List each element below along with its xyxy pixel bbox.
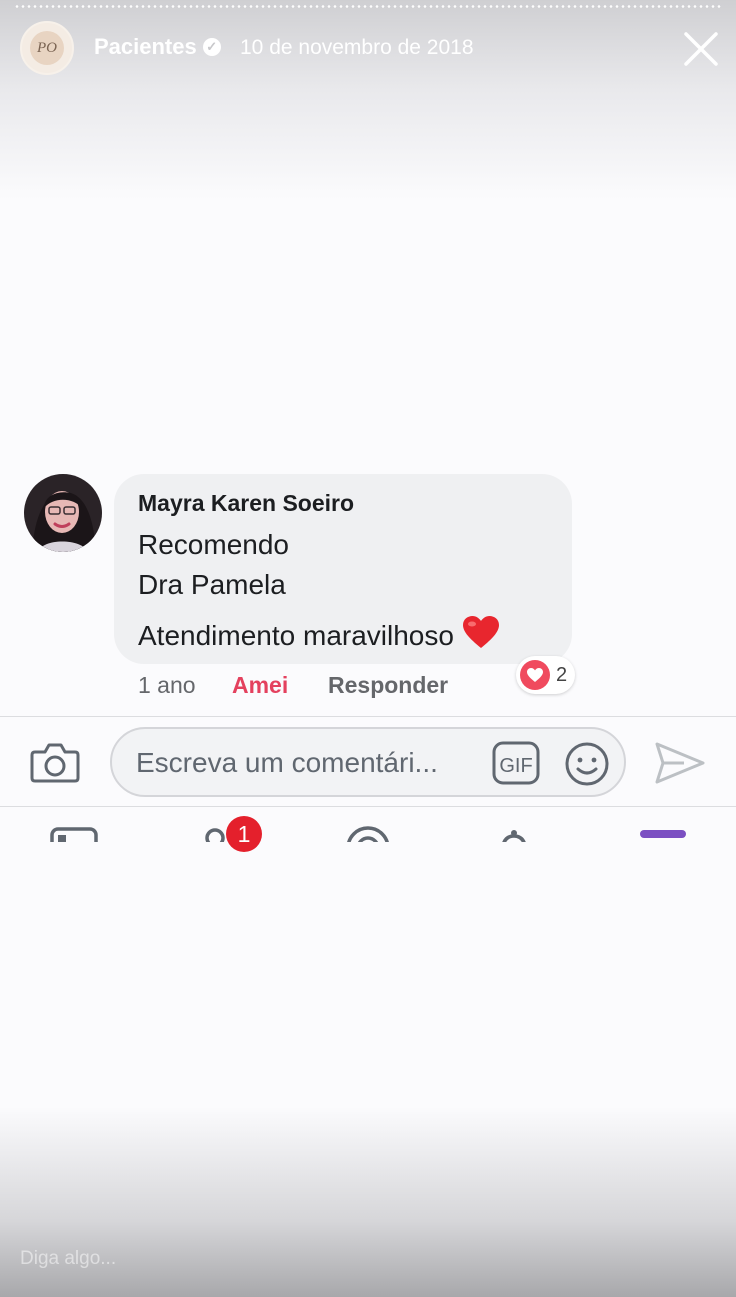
comment-input[interactable] bbox=[134, 741, 488, 785]
divider bbox=[0, 806, 736, 807]
comment-author[interactable]: Mayra Karen Soeiro bbox=[138, 490, 548, 517]
story-username[interactable]: Pacientes bbox=[94, 34, 197, 60]
emoji-icon[interactable] bbox=[564, 741, 610, 787]
commenter-avatar[interactable] bbox=[24, 474, 102, 552]
reaction-count: 2 bbox=[556, 663, 568, 686]
divider bbox=[0, 716, 736, 717]
notification-badge: 1 bbox=[226, 816, 262, 852]
story-reply-placeholder[interactable]: Diga algo... bbox=[20, 1248, 116, 1270]
gif-button[interactable]: GIF bbox=[492, 741, 540, 785]
like-button[interactable]: Amei bbox=[232, 672, 288, 699]
check-badge-icon: ✓ bbox=[202, 38, 221, 56]
camera-icon[interactable] bbox=[30, 740, 80, 784]
comment-time: 1 ano bbox=[138, 672, 196, 698]
comment-line: Recomendo bbox=[138, 529, 289, 560]
bell-icon[interactable] bbox=[496, 826, 532, 842]
comment-input-container[interactable]: GIF bbox=[110, 727, 626, 797]
comment-bubble[interactable]: Mayra Karen Soeiro Recomendo Dra Pamela … bbox=[114, 474, 572, 664]
watch-icon[interactable] bbox=[344, 826, 392, 842]
menu-tab-active-indicator bbox=[640, 830, 686, 838]
heart-emoji-icon bbox=[462, 616, 499, 648]
reaction-summary[interactable]: 2 bbox=[516, 656, 576, 694]
feed-icon[interactable] bbox=[50, 826, 98, 842]
story-progress-bar bbox=[14, 5, 722, 8]
story-username-row[interactable]: Pacientes ✓ bbox=[94, 34, 221, 60]
reply-button[interactable]: Responder bbox=[328, 672, 448, 699]
send-icon[interactable] bbox=[654, 740, 706, 786]
avatar-monogram: PO bbox=[30, 31, 64, 65]
comment-line-with-emoji: Atendimento maravilhoso bbox=[138, 615, 548, 656]
story-avatar[interactable]: PO bbox=[20, 21, 74, 75]
gif-label: GIF bbox=[499, 755, 532, 777]
story-top-shade bbox=[0, 0, 736, 200]
comment-line: Dra Pamela bbox=[138, 569, 286, 600]
bottom-nav bbox=[0, 808, 736, 842]
story-date: 10 de novembro de 2018 bbox=[240, 36, 474, 59]
close-icon[interactable] bbox=[682, 30, 720, 68]
love-reaction-icon bbox=[520, 660, 550, 690]
comment-line: Atendimento maravilhoso bbox=[138, 620, 454, 651]
